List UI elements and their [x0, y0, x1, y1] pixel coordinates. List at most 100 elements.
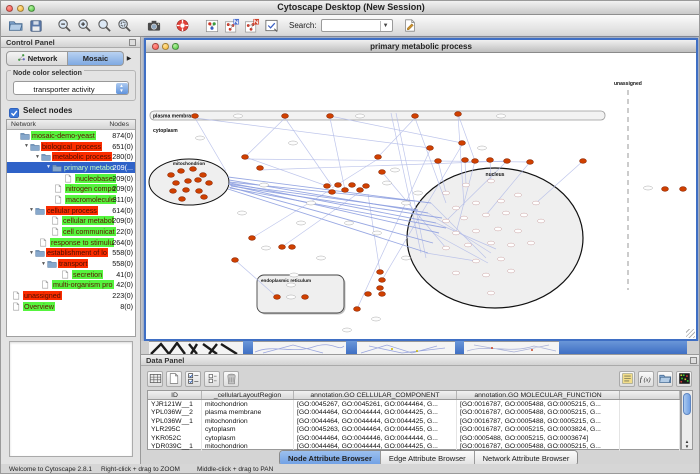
gene-node[interactable] — [680, 187, 687, 192]
gene-node[interactable] — [170, 189, 177, 194]
gene-node[interactable] — [274, 295, 281, 300]
disclosure-arrow-icon[interactable]: ▼ — [29, 207, 34, 213]
gene-node[interactable] — [377, 286, 384, 291]
background-window-fragment[interactable] — [464, 341, 559, 354]
background-window-border[interactable] — [243, 341, 253, 354]
gene-node[interactable] — [302, 295, 309, 300]
disclosure-arrow-icon[interactable]: ▼ — [35, 154, 40, 160]
network-view-window[interactable]: primary metabolic process plasma membran… — [144, 38, 698, 341]
tree-item-cell-communicat[interactable]: cell communicat22(0) — [7, 226, 135, 237]
tab-mosaic[interactable]: Mosaic — [68, 51, 124, 66]
zoom-selected-icon[interactable] — [96, 17, 113, 34]
gene-node-small[interactable] — [453, 231, 460, 235]
gene-node-small[interactable] — [473, 229, 480, 233]
tree-item-cellular-metabol[interactable]: cellular metabol209(0) — [7, 216, 135, 227]
gene-node-small[interactable] — [317, 256, 326, 260]
gene-node-small[interactable] — [488, 179, 495, 183]
gene-node-small[interactable] — [443, 246, 450, 250]
gene-node[interactable] — [375, 155, 382, 160]
gene-node-small[interactable] — [383, 181, 392, 185]
gene-node[interactable] — [342, 188, 349, 193]
attribute-table[interactable]: ID_cellularLayoutRegionannotation.GO CEL… — [147, 390, 681, 450]
scrollbar-arrows[interactable]: ▲▼ — [682, 439, 692, 449]
tab-edge-attribute-browser[interactable]: Edge Attribute Browser — [381, 451, 475, 465]
background-window-fragment[interactable] — [253, 341, 346, 354]
network-canvas[interactable]: plasma membranecytoplasmmitochondrionnuc… — [146, 53, 696, 339]
tree-item-mosaic-demo-yeast[interactable]: mosaic-demo-yeast874(0) — [7, 130, 135, 141]
tree-item-transport[interactable]: ▼transport558(0) — [7, 258, 135, 269]
gene-node[interactable] — [365, 292, 372, 297]
gene-node[interactable] — [377, 270, 384, 275]
gene-node[interactable] — [173, 181, 180, 186]
gene-node-small[interactable] — [234, 114, 243, 118]
gene-node[interactable] — [201, 195, 208, 200]
search-dropdown-arrow[interactable]: ▼ — [380, 21, 391, 31]
gene-node[interactable] — [282, 114, 289, 119]
column-header[interactable] — [620, 391, 680, 399]
disclosure-arrow-icon[interactable]: ▼ — [41, 261, 46, 267]
node-color-dropdown[interactable]: transporter activity ▲▼ — [13, 81, 129, 95]
app-titlebar[interactable]: Cytoscape Desktop (New Session) — [1, 1, 700, 15]
gene-node[interactable] — [455, 112, 462, 117]
gene-node[interactable] — [179, 197, 186, 202]
disclosure-arrow-icon[interactable]: ▼ — [29, 250, 34, 256]
gene-node-small[interactable] — [402, 256, 411, 260]
gene-node[interactable] — [527, 160, 534, 165]
disclosure-arrow-icon[interactable]: ▼ — [24, 143, 29, 149]
background-window-titlebar[interactable] — [559, 341, 687, 354]
gene-node-small[interactable] — [528, 241, 535, 245]
gene-node[interactable] — [289, 245, 296, 250]
tree-item-response-to-stimulu[interactable]: response to stimulu264(0) — [7, 237, 135, 248]
tree-item-macromolecule[interactable]: macromolecule311(0) — [7, 194, 135, 205]
gene-node-small[interactable] — [508, 243, 515, 247]
gene-node-small[interactable] — [260, 183, 269, 187]
annotation-icon[interactable] — [263, 17, 280, 34]
open-file-icon[interactable] — [7, 17, 24, 34]
table-row[interactable]: YPL036W__1mitochondrion[GO:0044464, GO:0… — [148, 417, 680, 426]
float-panel-icon[interactable] — [690, 357, 697, 364]
gene-node[interactable] — [435, 159, 442, 164]
gene-node[interactable] — [192, 114, 199, 119]
gene-node-small[interactable] — [289, 141, 298, 145]
gene-node[interactable] — [329, 190, 336, 195]
table-row[interactable]: YLR295Ccytoplasm[GO:0045263, GO:0044464,… — [148, 426, 680, 435]
snapshot-icon[interactable] — [145, 17, 162, 34]
table-row[interactable]: YPL036W__2plasma membrane[GO:0044464, GO… — [148, 409, 680, 418]
tree-item-nucleobase-[interactable]: nucleobase-209(0) — [7, 173, 135, 184]
gene-node[interactable] — [379, 292, 386, 297]
attribute-list-icon[interactable] — [619, 371, 635, 387]
gene-node-small[interactable] — [343, 328, 352, 332]
tab-network-attribute-browser[interactable]: Network Attribute Browser — [475, 451, 578, 465]
float-panel-icon[interactable] — [129, 39, 136, 46]
gene-node[interactable] — [504, 159, 511, 164]
gene-node-small[interactable] — [521, 213, 528, 217]
help-icon[interactable] — [174, 17, 191, 34]
gene-node[interactable] — [185, 179, 192, 184]
gene-node-small[interactable] — [473, 201, 480, 205]
gene-node[interactable] — [357, 188, 364, 193]
gene-node-small[interactable] — [497, 114, 506, 118]
gene-node[interactable] — [363, 184, 370, 189]
gene-node[interactable] — [279, 245, 286, 250]
save-icon[interactable] — [27, 17, 44, 34]
tree-item-multi-organism-pro[interactable]: multi-organism pro42(0) — [7, 280, 135, 291]
network-edit-icon[interactable] — [243, 17, 260, 34]
network-view-titlebar[interactable]: primary metabolic process — [146, 40, 696, 53]
gene-node-small[interactable] — [453, 271, 460, 275]
gene-node[interactable] — [195, 178, 202, 183]
gene-node[interactable] — [249, 236, 256, 241]
column-header[interactable]: ID — [148, 391, 202, 399]
gene-node[interactable] — [412, 114, 419, 119]
new-attribute-icon[interactable] — [166, 371, 182, 387]
gene-node[interactable] — [190, 167, 197, 172]
gene-node-small[interactable] — [488, 241, 495, 245]
gene-node-small[interactable] — [262, 246, 271, 250]
gene-node-small[interactable] — [495, 227, 502, 231]
gene-node[interactable] — [354, 307, 361, 312]
zoom-in-icon[interactable] — [76, 17, 93, 34]
column-header[interactable]: _cellularLayoutRegion — [202, 391, 294, 399]
gene-node[interactable] — [379, 278, 386, 283]
select-all-attributes-icon[interactable] — [147, 371, 163, 387]
gene-node[interactable] — [200, 173, 207, 178]
gene-node[interactable] — [462, 158, 469, 163]
